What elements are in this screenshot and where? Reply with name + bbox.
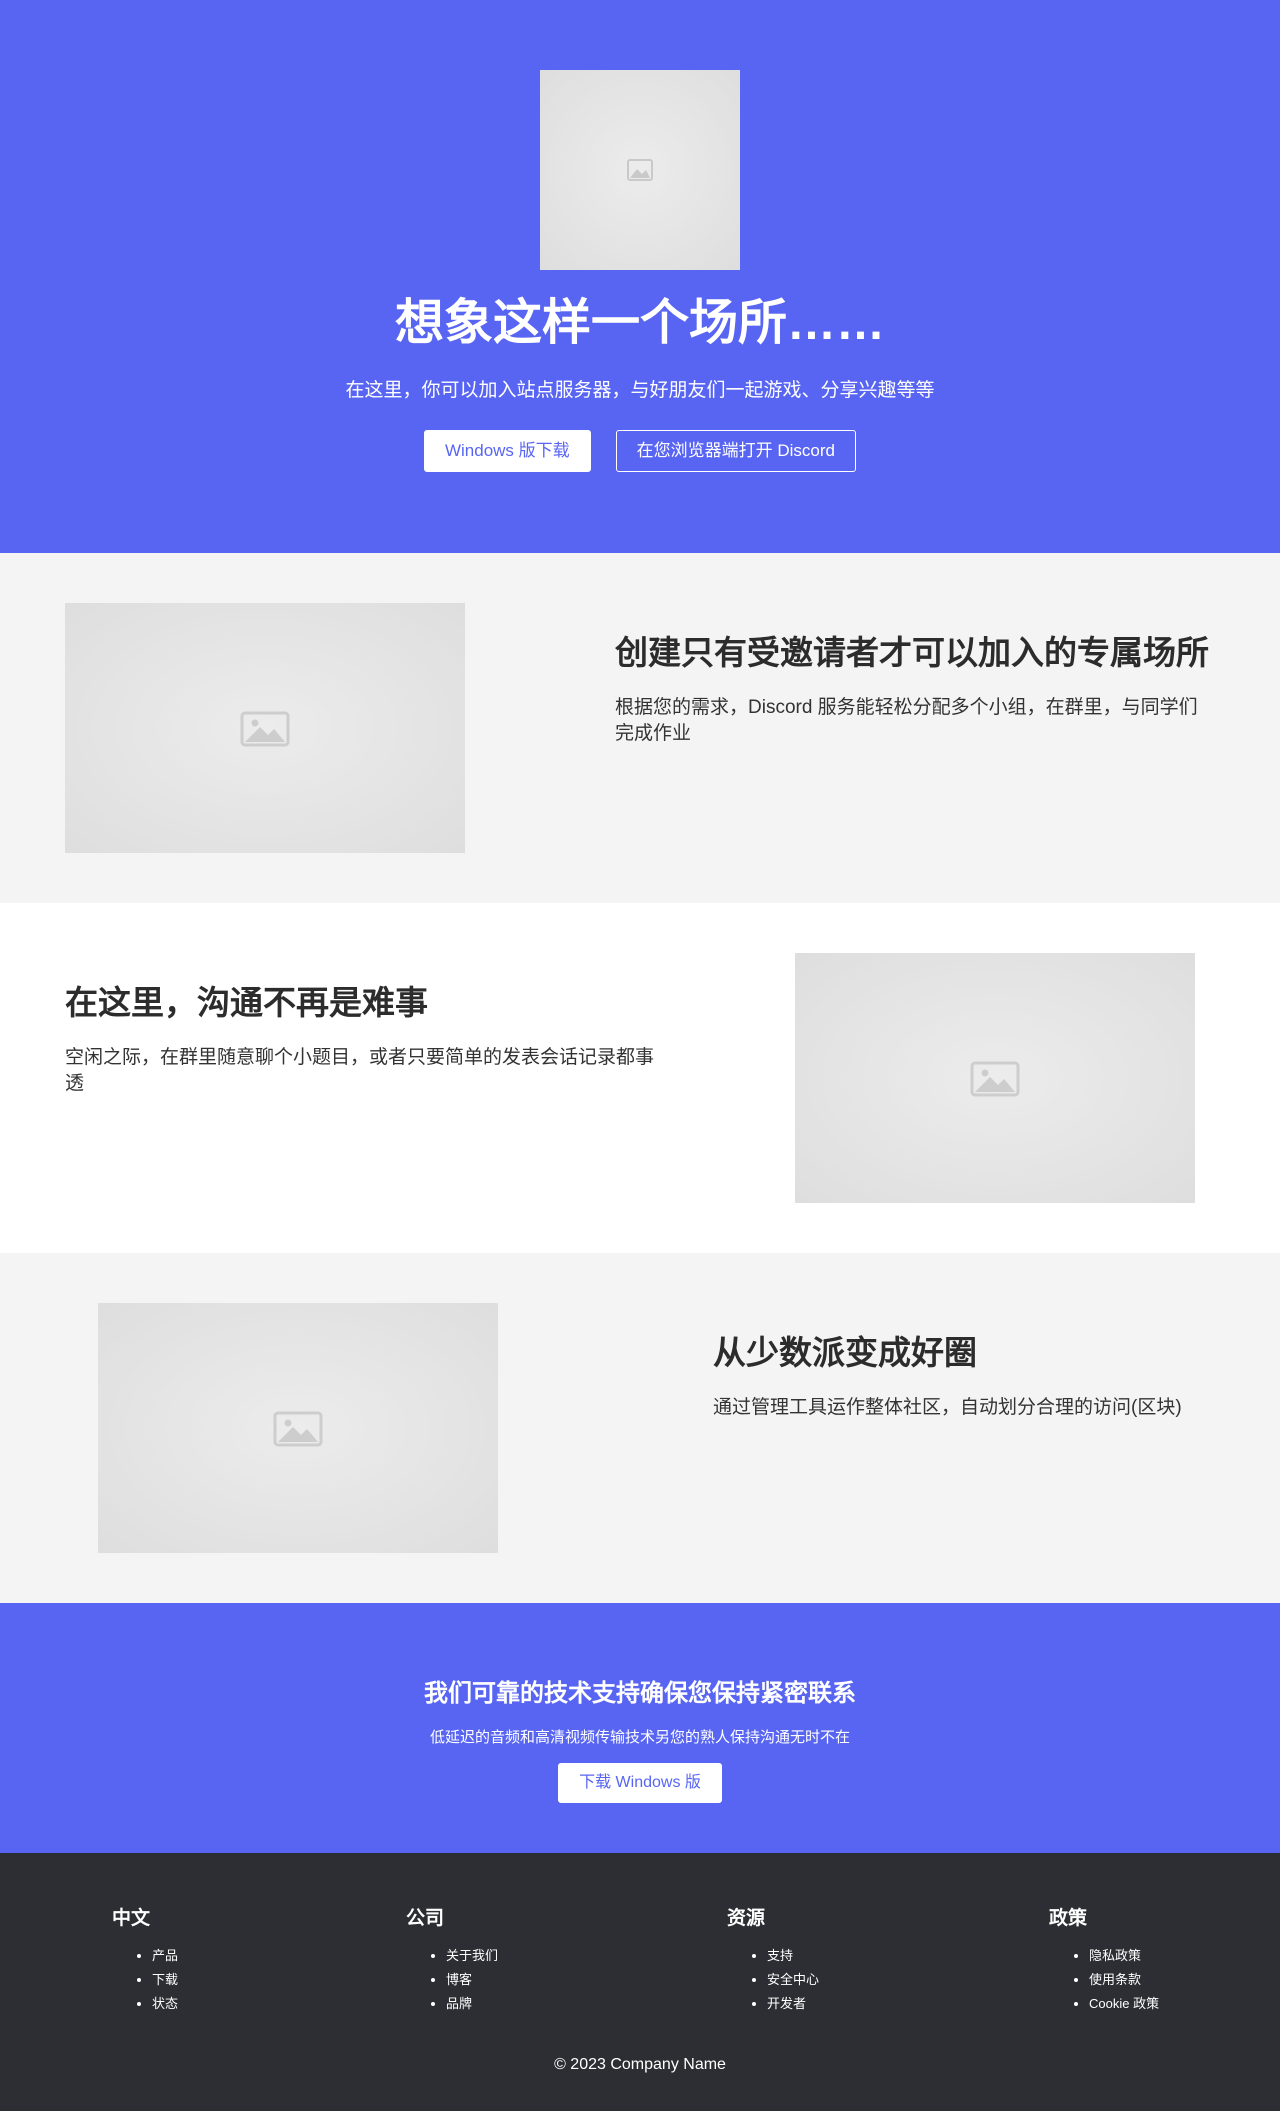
feature-title: 创建只有受邀请者才可以加入的专属场所	[615, 634, 1209, 671]
footer-link[interactable]: 安全中心	[767, 1968, 819, 1992]
copyright: © 2023 Company Name	[554, 2056, 726, 2073]
footer-link-list: 关于我们 博客 品牌	[406, 1944, 498, 2016]
cta-section: 我们可靠的技术支持确保您保持紧密联系 低延迟的音频和高清视频传输技术另您的熟人保…	[0, 1603, 1280, 1853]
image-placeholder-icon	[65, 603, 465, 853]
image-placeholder-icon	[98, 1303, 498, 1553]
footer-link[interactable]: 支持	[767, 1944, 819, 1968]
footer-link[interactable]: 关于我们	[446, 1944, 498, 1968]
footer-link[interactable]: 使用条款	[1089, 1968, 1159, 1992]
feature-title: 从少数派变成好圈	[713, 1334, 977, 1371]
image-placeholder-icon	[795, 953, 1195, 1203]
footer-column-heading: 政策	[1049, 1908, 1088, 1929]
feature-image-placeholder	[795, 953, 1195, 1203]
hero-image-placeholder	[540, 70, 740, 270]
footer-link-list: 隐私政策 使用条款 Cookie 政策	[1049, 1944, 1159, 2016]
cta-title: 我们可靠的技术支持确保您保持紧密联系	[424, 1680, 856, 1707]
footer-link[interactable]: 下载	[152, 1968, 178, 1992]
footer-column-policy: 政策 隐私政策 使用条款 Cookie 政策	[1049, 1903, 1159, 2016]
footer-link-list: 支持 安全中心 开发者	[727, 1944, 819, 2016]
hero-title: 想象这样一个场所……	[394, 296, 885, 350]
footer-column-resources: 资源 支持 安全中心 开发者	[727, 1903, 819, 2016]
feature-section-1: 创建只有受邀请者才可以加入的专属场所 根据您的需求，Discord 服务能轻松分…	[0, 553, 1280, 903]
feature-image-placeholder	[98, 1303, 498, 1553]
footer-link[interactable]: 状态	[152, 1992, 178, 2016]
footer-column-heading: 资源	[727, 1908, 766, 1929]
footer-link[interactable]: 产品	[152, 1944, 178, 1968]
feature-title: 在这里，沟通不再是难事	[65, 984, 428, 1021]
feature-text: 空闲之际，在群里随意聊个小题目，或者只要简单的发表会话记录都事透	[65, 1047, 655, 1094]
footer-link-list: 产品 下载 状态	[112, 1944, 178, 2016]
hero-section: 想象这样一个场所…… 在这里，你可以加入站点服务器，与好朋友们一起游戏、分享兴趣…	[0, 0, 1280, 553]
cta-download-button[interactable]: 下载 Windows 版	[558, 1763, 722, 1803]
open-in-browser-button[interactable]: 在您浏览器端打开 Discord	[615, 429, 857, 472]
feature-text: 通过管理工具运作整体社区，自动划分合理的访问(区块)	[713, 1397, 1182, 1418]
image-placeholder-icon	[540, 70, 740, 270]
feature-section-2: 在这里，沟通不再是难事 空闲之际，在群里随意聊个小题目，或者只要简单的发表会话记…	[0, 903, 1280, 1253]
feature-text: 根据您的需求，Discord 服务能轻松分配多个小组，在群里，与同学们完成作业	[615, 697, 1198, 744]
footer-link[interactable]: 开发者	[767, 1992, 819, 2016]
feature-section-3: 从少数派变成好圈 通过管理工具运作整体社区，自动划分合理的访问(区块)	[0, 1253, 1280, 1603]
windows-download-button[interactable]: Windows 版下载	[423, 429, 591, 472]
hero-buttons: Windows 版下载 在您浏览器端打开 Discord	[0, 429, 1280, 472]
cta-text: 低延迟的音频和高清视频传输技术另您的熟人保持沟通无时不在	[429, 1729, 850, 1746]
feature-image-placeholder	[65, 603, 465, 853]
footer-column-company: 公司 关于我们 博客 品牌	[406, 1903, 498, 2016]
footer-link[interactable]: 隐私政策	[1089, 1944, 1159, 1968]
footer-link[interactable]: 博客	[446, 1968, 498, 1992]
hero-subtitle: 在这里，你可以加入站点服务器，与好朋友们一起游戏、分享兴趣等等	[345, 379, 935, 401]
footer-column-chinese: 中文 产品 下载 状态	[112, 1903, 178, 2016]
footer-column-heading: 中文	[112, 1908, 151, 1929]
footer: 中文 产品 下载 状态 公司 关于我们 博客 品牌 资源 支持 安全中心 开发者…	[0, 1853, 1280, 2111]
footer-column-heading: 公司	[406, 1908, 445, 1929]
footer-link[interactable]: 品牌	[446, 1992, 498, 2016]
page-bottom-edge	[0, 2111, 1280, 2113]
footer-link[interactable]: Cookie 政策	[1089, 1992, 1159, 2016]
